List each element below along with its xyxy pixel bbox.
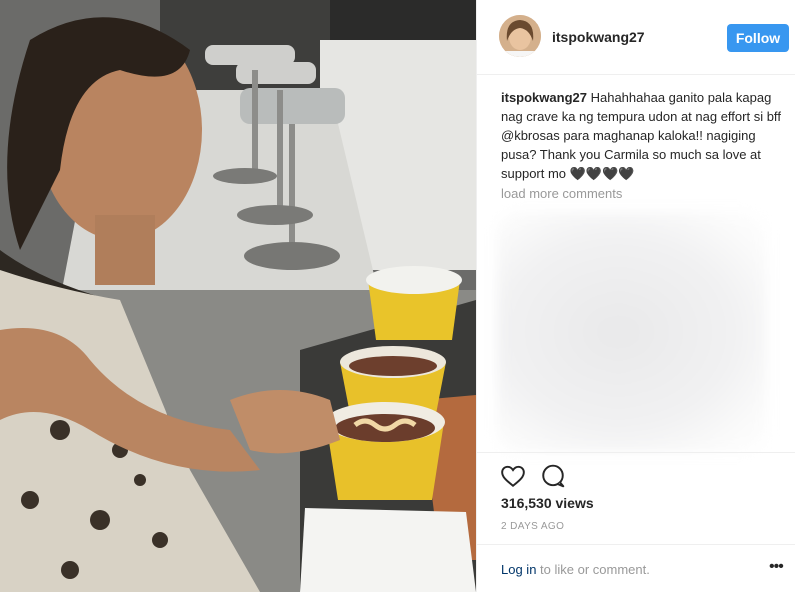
avatar[interactable] <box>499 15 541 57</box>
more-options-icon[interactable]: ••• <box>769 558 784 576</box>
post-header: itspokwang27 Follow <box>477 0 795 75</box>
login-footer: Log in to like or comment. ••• <box>477 544 795 593</box>
avatar-image <box>499 15 541 57</box>
heart-icon[interactable] <box>500 463 526 489</box>
login-prompt: Log in to like or comment. <box>501 562 650 577</box>
username[interactable]: itspokwang27 <box>552 29 645 45</box>
action-bar <box>477 452 795 493</box>
post-date: 2 DAYS AGO <box>501 521 565 532</box>
login-prompt-text: to like or comment. <box>536 562 650 577</box>
post-side-panel: itspokwang27 Follow itspokwang27 Hahahha… <box>476 0 795 592</box>
photo-illustration <box>0 0 476 592</box>
follow-button[interactable]: Follow <box>727 24 789 52</box>
comment-icon[interactable] <box>540 463 566 489</box>
caption: itspokwang27 Hahahhahaa ganito pala kapa… <box>501 88 785 183</box>
login-link[interactable]: Log in <box>501 562 536 577</box>
post-photo[interactable] <box>0 0 476 592</box>
caption-username[interactable]: itspokwang27 <box>501 90 587 105</box>
view-count: 316,530 views <box>501 495 594 511</box>
blurred-comments <box>497 212 767 452</box>
load-more-comments[interactable]: load more comments <box>501 186 622 201</box>
